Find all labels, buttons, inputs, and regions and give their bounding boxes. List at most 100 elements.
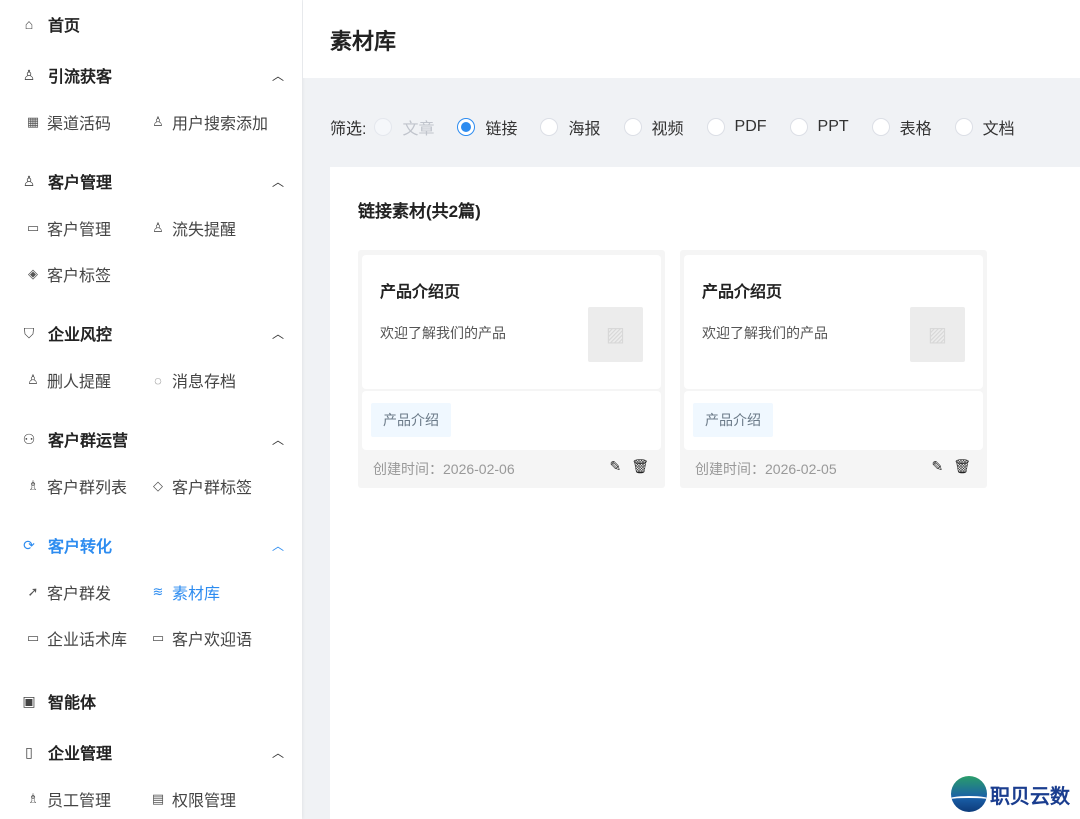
sidebar-group-2[interactable]: ♙客户管理︿ [20, 169, 284, 193]
card-tag: 产品介绍 [693, 403, 773, 437]
card-title: 产品介绍页 [702, 278, 782, 302]
sidebar-item-label: 渠道活码 [47, 110, 111, 134]
robot-icon: ▣ [20, 693, 38, 710]
card-description: 欢迎了解我们的产品 [380, 323, 506, 343]
staff-icon: ♗ [25, 791, 41, 807]
filter-radio-3[interactable]: 视频 [624, 115, 684, 139]
card-description: 欢迎了解我们的产品 [702, 323, 828, 343]
home-icon: ⌂ [20, 16, 38, 32]
delete-icon[interactable]: 🗑︎ [631, 458, 649, 475]
user-delete-icon: ♙ [25, 372, 41, 388]
filter-radio-5[interactable]: PPT [790, 118, 849, 136]
filter-radio-6[interactable]: 表格 [872, 115, 932, 139]
brand-logo: 职贝云数 [951, 776, 1070, 812]
card-tags: 产品介绍 [684, 391, 983, 450]
sidebar-item[interactable]: ♙ 删人提醒 [25, 368, 111, 392]
sidebar-item[interactable]: ◈客户标签 [25, 262, 111, 286]
sidebar-group-6[interactable]: ▣ 智能体 [20, 689, 284, 713]
card-body: 产品介绍页欢迎了解我们的产品▨ [684, 255, 983, 389]
sidebar-item[interactable]: ▦ 渠道活码 [25, 110, 111, 134]
logo-globe-icon [951, 776, 987, 812]
chevron-up-icon[interactable]: ︿ [272, 744, 284, 761]
radio-label: 海报 [568, 115, 600, 139]
card-tag: 产品介绍 [371, 403, 451, 437]
filter-bar: 筛选: 文章 链接 海报视频 PDF PPT 表格 文档 [330, 115, 1038, 139]
sidebar-item-label: 素材库 [172, 580, 220, 604]
edit-icon[interactable]: ✎ [609, 458, 621, 475]
welcome-icon: ▭ [150, 630, 166, 646]
sidebar-item[interactable]: ▭ 客户欢迎语 [150, 626, 252, 650]
sidebar-item[interactable]: ▤权限管理 [150, 787, 236, 811]
building-icon: ▯ [20, 744, 38, 761]
tag-icon: ◇ [150, 478, 166, 494]
radio-circle[interactable] [790, 118, 808, 136]
sidebar-item-label: 权限管理 [172, 787, 236, 811]
material-panel: 链接素材(共2篇) 产品介绍页欢迎了解我们的产品▨产品介绍创建时间：2026-0… [330, 167, 1080, 819]
sidebar-item[interactable]: ◌消息存档 [150, 368, 236, 392]
sidebar-item[interactable]: ♙ 用户搜索添加 [150, 110, 268, 134]
sidebar-item-label: 客户欢迎语 [172, 626, 252, 650]
sidebar-item-label: 客户标签 [47, 262, 111, 286]
chevron-up-icon[interactable]: ︿ [272, 67, 284, 84]
sidebar-item[interactable]: ▭ 企业话术库 [25, 626, 127, 650]
sidebar-item[interactable]: ♙ 流失提醒 [150, 216, 236, 240]
filter-label: 筛选: [330, 115, 366, 139]
sidebar-item[interactable]: ◇客户群标签 [150, 474, 252, 498]
sidebar-group-3[interactable]: ⛉企业风控︿ [20, 321, 284, 345]
convert-icon: ⟳ [20, 537, 38, 554]
message-icon: ◌ [150, 373, 166, 388]
user-minus-icon: ♙ [150, 220, 166, 236]
sidebar-group-label: 客户群运营 [48, 427, 128, 451]
sidebar-group-label: 客户转化 [48, 533, 112, 557]
group-icon: ⚇ [20, 431, 38, 448]
user-search-icon: ♙ [150, 114, 166, 130]
radio-circle[interactable] [374, 118, 392, 136]
delete-icon[interactable]: 🗑︎ [953, 458, 971, 475]
card-actions: ✎ 🗑︎ [931, 458, 971, 475]
sidebar-group-7[interactable]: ▯企业管理︿ [20, 740, 284, 764]
sidebar-item[interactable]: ▭客户管理 [25, 216, 111, 240]
radio-circle[interactable] [540, 118, 558, 136]
sidebar-group-label: 智能体 [48, 689, 96, 713]
edit-icon[interactable]: ✎ [931, 458, 943, 475]
filter-radio-7[interactable]: 文档 [955, 115, 1015, 139]
sidebar-item[interactable]: ♗员工管理 [25, 787, 111, 811]
radio-circle[interactable] [955, 118, 973, 136]
chevron-up-icon[interactable]: ︿ [272, 173, 284, 190]
filter-radio-2[interactable]: 海报 [540, 115, 600, 139]
sidebar-group-4[interactable]: ⚇ 客户群运营 ︿ [20, 427, 284, 451]
sidebar-item[interactable]: ♗客户群列表 [25, 474, 127, 498]
qrcode-icon: ▦ [25, 114, 41, 130]
material-card[interactable]: 产品介绍页欢迎了解我们的产品▨产品介绍创建时间：2026-02-05✎🗑︎ [680, 250, 987, 488]
radio-circle[interactable] [624, 118, 642, 136]
sidebar-group-5[interactable]: ⟳ 客户转化 ︿ [20, 533, 284, 557]
material-card[interactable]: 产品介绍页欢迎了解我们的产品▨产品介绍创建时间：2026-02-06✎🗑︎ [358, 250, 665, 488]
sidebar-item-label: 流失提醒 [172, 216, 236, 240]
chevron-up-icon[interactable]: ︿ [272, 537, 284, 554]
sidebar-item[interactable]: ➚客户群发 [25, 580, 111, 604]
sidebar-group-1[interactable]: ♙引流获客︿ [20, 63, 284, 87]
radio-label: 文档 [983, 115, 1015, 139]
radio-circle[interactable] [707, 118, 725, 136]
filter-radio-4[interactable]: PDF [707, 118, 767, 136]
filter-radio-1[interactable]: 链接 [457, 115, 517, 139]
card-actions: ✎ 🗑︎ [609, 458, 649, 475]
sidebar-item-label: 客户管理 [47, 216, 111, 240]
logo-text: 职贝云数 [990, 780, 1070, 809]
sidebar-item[interactable]: ≋素材库 [150, 580, 220, 604]
radio-label: 链接 [485, 115, 517, 139]
sidebar-group-label: 企业风控 [48, 321, 112, 345]
sidebar-item-label: 企业话术库 [47, 626, 127, 650]
sidebar-item-label: 删人提醒 [47, 368, 111, 392]
sidebar-group-0[interactable]: ⌂首页 [20, 12, 284, 36]
chevron-up-icon[interactable]: ︿ [272, 325, 284, 342]
sidebar-item-label: 用户搜索添加 [172, 110, 268, 134]
radio-label: PDF [735, 118, 767, 136]
radio-circle[interactable] [457, 118, 475, 136]
script-icon: ▭ [25, 630, 41, 646]
chevron-up-icon[interactable]: ︿ [272, 431, 284, 448]
radio-circle[interactable] [872, 118, 890, 136]
radio-label: 文章 [402, 115, 434, 139]
filter-radio-0: 文章 [374, 115, 434, 139]
sidebar: ⌂首页♙引流获客︿▦渠道活码♙用户搜索添加♙客户管理︿▭客户管理♙流失提醒◈客户… [0, 0, 302, 819]
